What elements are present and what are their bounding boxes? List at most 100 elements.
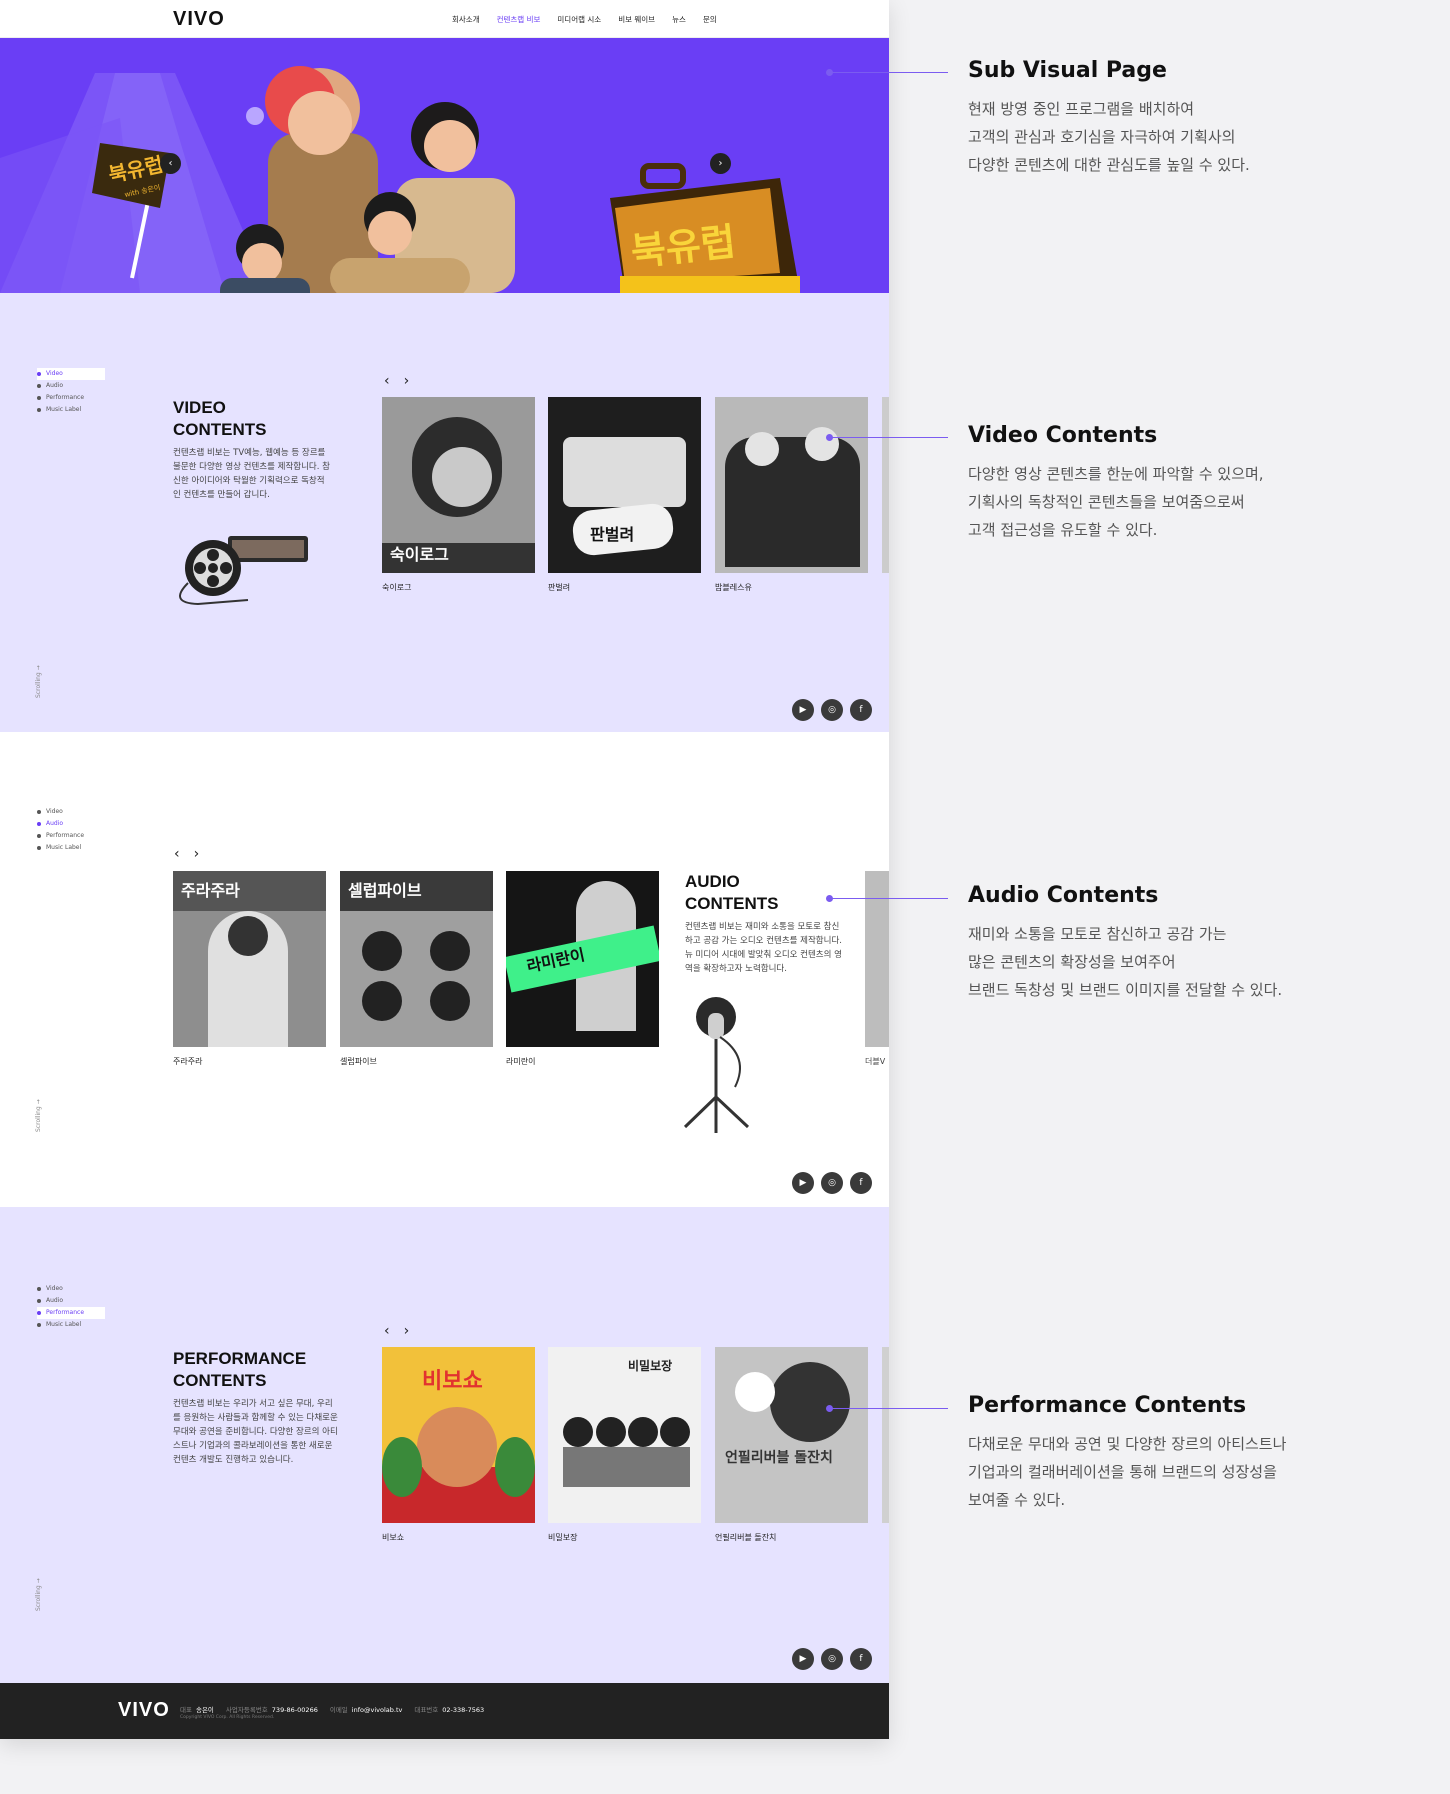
- footer-copyright: Copyright VIVO Corp. All Rights Reserved…: [180, 1715, 275, 1720]
- side-nav-audio[interactable]: Audio: [37, 818, 105, 830]
- film-reel-icon: [179, 536, 308, 606]
- audio-card-label: 라미란이: [506, 1057, 536, 1066]
- hero-next-button[interactable]: ›: [710, 153, 731, 174]
- side-nav-video[interactable]: Video: [37, 806, 105, 818]
- side-nav-video[interactable]: Video: [37, 368, 105, 380]
- audio-section: Video Audio Performance Music Label ‹ › …: [0, 732, 889, 1207]
- video-card-thumb-title: 숙이로그: [390, 545, 449, 564]
- performance-prev-arrow-icon[interactable]: ‹: [384, 1323, 390, 1339]
- performance-card-thumbnail[interactable]: 비보쇼: [382, 1347, 535, 1523]
- footer-tel: 02-338-7563: [442, 1706, 485, 1714]
- annotation-line: [830, 437, 948, 438]
- video-card-thumbnail[interactable]: [715, 397, 868, 573]
- annotation-line: [830, 72, 948, 73]
- audio-card[interactable]: 셀럽파이브 셀럽파이브: [340, 871, 493, 1067]
- nav-item-vivo-wave[interactable]: 비보 웨이브: [618, 14, 655, 25]
- performance-next-arrow-icon[interactable]: ›: [404, 1323, 410, 1339]
- side-nav-audio[interactable]: Audio: [37, 1295, 105, 1307]
- side-nav-music-label[interactable]: Music Label: [37, 404, 105, 416]
- video-card[interactable]: 밥블레스유: [715, 397, 868, 593]
- footer-biz-number: 739-86-00266: [271, 1706, 318, 1714]
- video-card[interactable]: 숙이로그 숙이로그: [382, 397, 535, 593]
- video-card-peek[interactable]: [882, 397, 889, 573]
- site-header: VIVO 회사소개 컨텐츠랩 비보 미디어랩 시소 비보 웨이브 뉴스 문의: [0, 0, 889, 38]
- side-nav-performance[interactable]: Performance: [37, 392, 105, 404]
- instagram-icon[interactable]: ◎: [821, 699, 843, 721]
- video-title: VIDEO CONTENTS: [173, 398, 267, 439]
- side-nav-performance[interactable]: Performance: [37, 1307, 105, 1319]
- nav-item-news[interactable]: 뉴스: [672, 14, 686, 25]
- video-next-arrow-icon[interactable]: ›: [404, 373, 410, 389]
- video-slider-arrows: ‹ ›: [384, 373, 409, 389]
- facebook-icon[interactable]: f: [850, 699, 872, 721]
- nav-item-contents-lab[interactable]: 컨텐츠랩 비보: [497, 14, 541, 25]
- video-card[interactable]: 판벌려 판벌려: [548, 397, 701, 593]
- audio-card-thumb-title: 주라주라: [181, 881, 240, 900]
- social-links: ▶ ◎ f: [792, 1172, 872, 1194]
- video-card-label: 밥블레스유: [715, 583, 752, 592]
- audio-prev-arrow-icon[interactable]: ‹: [174, 846, 180, 862]
- side-nav-music-label[interactable]: Music Label: [37, 842, 105, 854]
- facebook-icon[interactable]: f: [850, 1172, 872, 1194]
- youtube-icon[interactable]: ▶: [792, 1648, 814, 1670]
- section-side-nav: Video Audio Performance Music Label: [37, 1283, 105, 1331]
- social-links: ▶ ◎ f: [792, 1648, 872, 1670]
- side-nav-performance[interactable]: Performance: [37, 830, 105, 842]
- side-nav-audio[interactable]: Audio: [37, 380, 105, 392]
- annotation-desc: 현재 방영 중인 프로그램을 배치하여 고객의 관심과 호기심을 자극하여 기획사…: [968, 100, 1250, 174]
- site-logo[interactable]: VIVO: [173, 8, 225, 31]
- nav-item-media-lab[interactable]: 미디어랩 시소: [557, 14, 601, 25]
- audio-slider-arrows: ‹ ›: [174, 846, 199, 862]
- side-nav-music-label[interactable]: Music Label: [37, 1319, 105, 1331]
- performance-card-label: 비밀보장: [548, 1533, 578, 1542]
- annotation-performance: Performance Contents 다채로운 무대와 공연 및 다양한 장…: [968, 1393, 1286, 1514]
- facebook-icon[interactable]: f: [850, 1648, 872, 1670]
- performance-title: PERFORMANCE CONTENTS: [173, 1349, 307, 1390]
- annotation-video: Video Contents 다양한 영상 콘텐츠를 한눈에 파악할 수 있으며…: [968, 423, 1264, 544]
- nav-item-contact[interactable]: 문의: [703, 14, 717, 25]
- annotation-sub-visual: Sub Visual Page 현재 방영 중인 프로그램을 배치하여 고객의 관…: [968, 58, 1250, 179]
- annotation-title: Performance Contents: [968, 1393, 1247, 1418]
- sub-visual-hero: 북유럽 with 송은이 북유럽 ‹ ›: [0, 38, 889, 293]
- video-card-thumbnail[interactable]: 숙이로그: [382, 397, 535, 573]
- performance-card-thumb-title: 비보쇼: [422, 1369, 483, 1394]
- audio-desc: 컨텐츠랩 비보는 재미와 소통을 모토로 참신하고 공감 가는 오디오 컨텐츠를…: [685, 922, 842, 974]
- audio-card[interactable]: 주라주라 주라주라: [173, 871, 326, 1067]
- performance-card-thumbnail[interactable]: 비밀보장: [548, 1347, 701, 1523]
- microphone-icon: [683, 997, 750, 1133]
- side-nav-video[interactable]: Video: [37, 1283, 105, 1295]
- performance-card[interactable]: 비보쇼 비보쇼: [382, 1347, 535, 1543]
- scroll-indicator: Scrolling →: [35, 665, 42, 698]
- audio-card[interactable]: 라미란이 라미란이: [506, 871, 659, 1067]
- annotation-title: Video Contents: [968, 423, 1158, 448]
- video-card-thumbnail[interactable]: 판벌려: [548, 397, 701, 573]
- annotation-desc: 다채로운 무대와 공연 및 다양한 장르의 아티스트나 기업과의 컬래버레이션을 …: [968, 1435, 1287, 1509]
- video-prev-arrow-icon[interactable]: ‹: [384, 373, 390, 389]
- youtube-icon[interactable]: ▶: [792, 699, 814, 721]
- annotation-audio: Audio Contents 재미와 소통을 모토로 참신하고 공감 가는 많은 …: [968, 883, 1282, 1004]
- performance-section: Video Audio Performance Music Label PERF…: [0, 1207, 889, 1683]
- audio-card-thumbnail[interactable]: 셀럽파이브: [340, 871, 493, 1047]
- performance-card-label: 비보쇼: [382, 1533, 405, 1542]
- instagram-icon[interactable]: ◎: [821, 1172, 843, 1194]
- nav-item-company[interactable]: 회사소개: [452, 14, 480, 25]
- audio-card-thumbnail[interactable]: 주라주라: [173, 871, 326, 1047]
- annotation-desc: 다양한 영상 콘텐츠를 한눈에 파악할 수 있으며, 기획사의 독창적인 콘텐츠들…: [968, 465, 1264, 539]
- youtube-icon[interactable]: ▶: [792, 1172, 814, 1194]
- video-section: Video Audio Performance Music Label VIDE…: [0, 293, 889, 732]
- footer-email[interactable]: info@vivolab.tv: [352, 1706, 403, 1714]
- video-card-thumb-title: 판벌려: [590, 525, 635, 544]
- site-footer: VIVO 대표 송은이 사업자등록번호 739-86-00266 이메일 info@v…: [0, 1683, 889, 1739]
- section-side-nav: Video Audio Performance Music Label: [37, 368, 105, 416]
- audio-card-label: 주라주라: [173, 1057, 203, 1066]
- performance-card[interactable]: 비밀보장 비밀보장: [548, 1347, 701, 1543]
- audio-card-thumbnail[interactable]: 라미란이: [506, 871, 659, 1047]
- instagram-icon[interactable]: ◎: [821, 1648, 843, 1670]
- performance-card-thumbnail[interactable]: 언필리버블 돌잔치: [715, 1347, 868, 1523]
- audio-next-arrow-icon[interactable]: ›: [194, 846, 200, 862]
- hero-prev-button[interactable]: ‹: [160, 153, 181, 174]
- performance-card[interactable]: 언필리버블 돌잔치 언필리버블 돌잔치: [715, 1347, 868, 1543]
- video-card-label: 판벌려: [548, 583, 571, 592]
- performance-card-peek[interactable]: [882, 1347, 889, 1523]
- audio-card-label: 셀럽파이브: [340, 1057, 377, 1066]
